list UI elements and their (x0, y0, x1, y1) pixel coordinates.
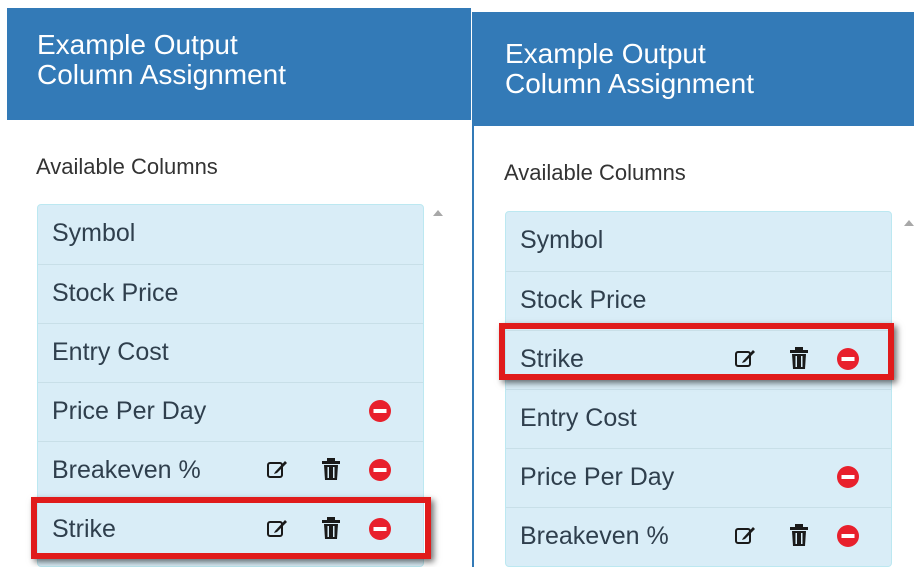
minus-circle-icon[interactable] (368, 458, 392, 482)
scroll-up-arrow-icon[interactable] (904, 220, 914, 226)
edit-icon[interactable] (266, 517, 288, 539)
minus-circle-icon[interactable] (836, 347, 860, 371)
list-item-label: Breakeven % (52, 456, 201, 484)
minus-circle-icon[interactable] (836, 465, 860, 489)
list-item-label: Symbol (52, 219, 136, 247)
panel-title-line-2: Column Assignment (505, 68, 755, 99)
available-columns-label: Available Columns (36, 154, 218, 179)
edit-icon[interactable] (266, 458, 288, 480)
scroll-up-arrow-icon[interactable] (433, 210, 443, 216)
list-item-symbol[interactable]: Symbol (38, 205, 423, 264)
list-item-entry-cost[interactable]: Entry Cost (506, 389, 891, 448)
list-item-label: Entry Cost (52, 338, 169, 366)
minus-circle-icon[interactable] (836, 524, 860, 548)
trash-icon[interactable] (321, 457, 341, 481)
panel-divider (472, 126, 474, 567)
list-item-label: Price Per Day (52, 397, 207, 425)
available-columns-list: Symbol Stock Price Entry Cost Price Per … (37, 204, 424, 567)
list-item-label: Price Per Day (520, 463, 675, 491)
minus-circle-icon[interactable] (368, 399, 392, 423)
minus-circle-icon[interactable] (368, 517, 392, 541)
panel-after: Example Output Column Assignment Availab… (472, 0, 914, 567)
available-columns-list: Symbol Stock Price Strike Entry Cost Pri… (505, 211, 892, 567)
panel-header: Example Output Column Assignment (7, 8, 471, 120)
panel-header: Example Output Column Assignment (472, 12, 914, 126)
list-item-entry-cost[interactable]: Entry Cost (38, 323, 423, 382)
panel-before: Example Output Column Assignment Availab… (7, 0, 471, 567)
list-item-label: Breakeven % (520, 522, 669, 550)
trash-icon[interactable] (789, 346, 809, 370)
list-item-price-per-day[interactable]: Price Per Day (506, 448, 891, 507)
edit-icon[interactable] (734, 347, 756, 369)
list-item-breakeven[interactable]: Breakeven % (38, 441, 423, 500)
panel-title-line-1: Example Output (505, 38, 706, 69)
list-item-label: Entry Cost (520, 404, 637, 432)
trash-icon[interactable] (789, 523, 809, 547)
trash-icon[interactable] (321, 516, 341, 540)
list-item-stock-price[interactable]: Stock Price (38, 264, 423, 323)
list-item-stock-price[interactable]: Stock Price (506, 271, 891, 330)
edit-icon[interactable] (734, 524, 756, 546)
list-item-label: Strike (520, 345, 584, 373)
list-item-strike[interactable]: Strike (38, 500, 423, 559)
panel-title-line-1: Example Output (37, 29, 238, 60)
list-item-label: Strike (52, 515, 116, 543)
list-item-label: Symbol (520, 226, 604, 254)
list-item-strike[interactable]: Strike (506, 330, 891, 389)
list-item-label: Stock Price (52, 279, 179, 307)
list-item-breakeven[interactable]: Breakeven % (506, 507, 891, 566)
list-item-label: Stock Price (520, 286, 647, 314)
panel-title-line-2: Column Assignment (37, 59, 287, 90)
list-item-symbol[interactable]: Symbol (506, 212, 891, 271)
list-item-price-per-day[interactable]: Price Per Day (38, 382, 423, 441)
available-columns-label: Available Columns (504, 160, 686, 185)
